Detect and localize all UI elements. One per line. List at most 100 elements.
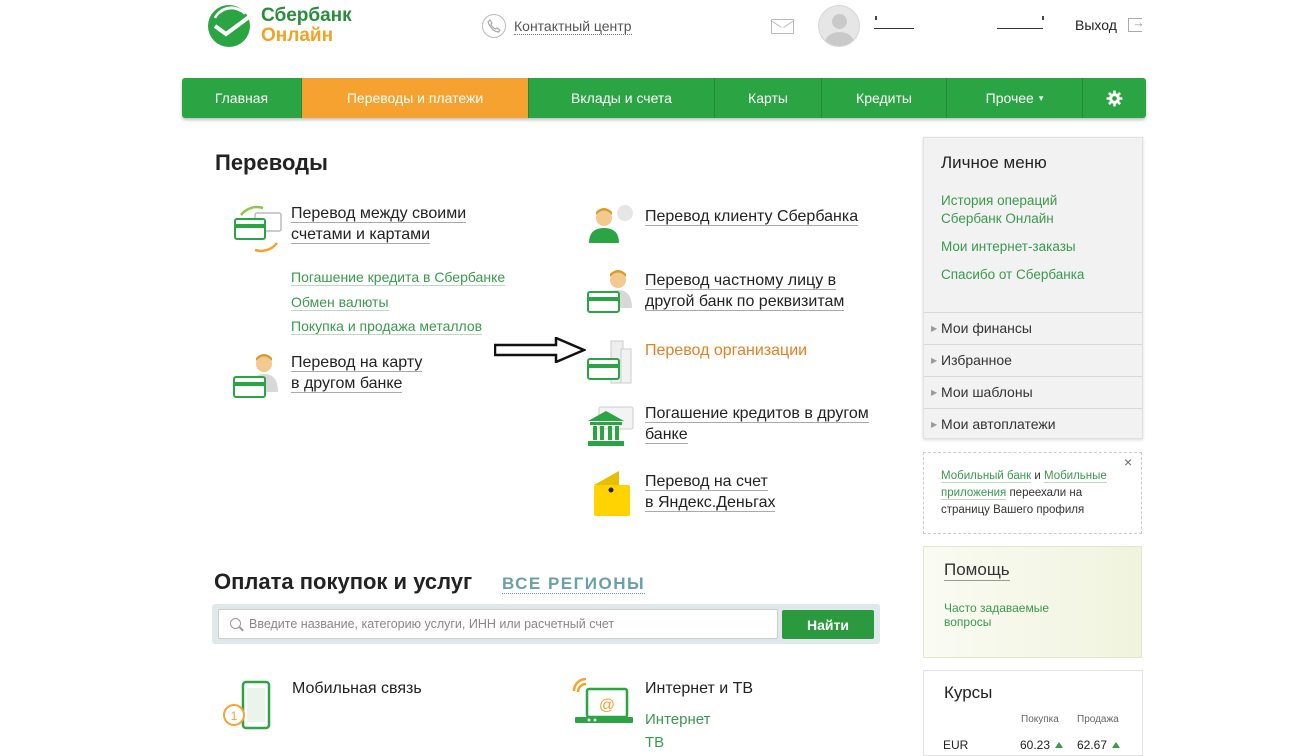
rate-currency: EUR bbox=[943, 738, 969, 752]
contact-center-label: Контактный центр bbox=[514, 17, 632, 35]
nav-item-deposits[interactable]: Вклады и счета bbox=[529, 78, 715, 118]
rates-col-sell: Продажа bbox=[1077, 714, 1119, 725]
transfer-private-person-line2: другой банк по реквизитам bbox=[645, 293, 845, 311]
nav-item-home[interactable]: Главная bbox=[182, 78, 302, 118]
transfer-yandex-line1: Перевод на счет bbox=[645, 473, 768, 491]
yandex-wallet-icon bbox=[587, 471, 639, 523]
mobile-communication-link[interactable]: Мобильная связь bbox=[292, 680, 422, 698]
mobile-phone-icon: 1 bbox=[223, 680, 271, 730]
mobile-bank-notice: Мобильный банк и Мобильные приложения пе… bbox=[923, 452, 1142, 534]
transfer-private-person-line1: Перевод частному лицу в bbox=[645, 272, 837, 290]
transfer-own-accounts[interactable]: Перевод между своими счетами и картами bbox=[233, 203, 467, 255]
operations-history-link[interactable]: История операций Сбербанк Онлайн bbox=[941, 192, 1057, 228]
chevron-right-icon: ▶ bbox=[931, 324, 938, 333]
logout-link[interactable]: Выход bbox=[1075, 17, 1117, 33]
transfer-card-other-bank-line2: в другом банке bbox=[291, 375, 403, 393]
nav-item-transfers-payments[interactable]: Переводы и платежи bbox=[302, 78, 529, 118]
faq-link[interactable]: Часто задаваемые вопросы bbox=[944, 601, 1074, 629]
transfer-yandex-line2: в Яндекс.Деньгах bbox=[645, 494, 776, 512]
transfer-card-other-bank-line1: Перевод на карту bbox=[291, 354, 423, 372]
nav-item-other[interactable]: Прочее ▾ bbox=[947, 78, 1083, 118]
menu-row-templates[interactable]: ▶ Мои шаблоны bbox=[924, 376, 1142, 408]
payment-search-input[interactable]: Введите название, категорию услуги, ИНН … bbox=[218, 609, 778, 639]
transfer-sber-client[interactable]: Перевод клиенту Сбербанка bbox=[587, 203, 859, 255]
nav-item-credits[interactable]: Кредиты bbox=[822, 78, 947, 118]
svg-text:1: 1 bbox=[231, 709, 238, 723]
organization-building-icon bbox=[587, 337, 639, 389]
arrow-up-icon bbox=[1112, 742, 1121, 748]
person-card-icon bbox=[233, 352, 285, 404]
own-accounts-transfer-icon bbox=[233, 203, 285, 255]
person-card-icon bbox=[587, 270, 639, 322]
settings-button[interactable] bbox=[1083, 78, 1146, 118]
rate-sell-value: 62.67 bbox=[1077, 738, 1121, 752]
arrow-right-icon bbox=[494, 337, 586, 363]
transfer-own-accounts-line2: счетами и картами bbox=[291, 226, 431, 244]
menu-row-favorites[interactable]: ▶ Избранное bbox=[924, 344, 1142, 376]
internet-tv-link[interactable]: Интернет и ТВ bbox=[645, 680, 753, 698]
nav-item-cards[interactable]: Карты bbox=[715, 78, 822, 118]
rates-col-buy: Покупка bbox=[1021, 714, 1059, 725]
transfer-yandex-money[interactable]: Перевод на счет в Яндекс.Деньгах bbox=[587, 471, 776, 523]
contact-center-link[interactable]: Контактный центр bbox=[482, 13, 632, 39]
transfer-organization-label: Перевод организации bbox=[645, 342, 808, 359]
bank-building-icon bbox=[587, 403, 639, 455]
internet-link[interactable]: Интернет bbox=[645, 711, 710, 728]
transfers-heading: Переводы bbox=[215, 150, 328, 175]
loan-repayment-sberbank-link[interactable]: Погашение кредита в Сбербанке bbox=[291, 269, 506, 286]
transfer-card-other-bank[interactable]: Перевод на карту в другом банке bbox=[233, 352, 423, 404]
help-title[interactable]: Помощь bbox=[944, 560, 1010, 581]
sberbank-online-logo[interactable]: Сбербанк Онлайн bbox=[207, 4, 367, 48]
transfer-organization[interactable]: Перевод организации bbox=[587, 337, 807, 389]
personal-menu-title: Личное меню bbox=[941, 153, 1047, 172]
user-name-redacted bbox=[875, 16, 877, 20]
internet-orders-link[interactable]: Мои интернет-заказы bbox=[941, 238, 1076, 256]
phone-icon bbox=[482, 14, 506, 38]
internet-tv-icon: @ bbox=[572, 677, 633, 723]
close-icon[interactable]: × bbox=[1124, 454, 1132, 470]
arrow-up-icon bbox=[1055, 742, 1064, 748]
payments-heading: Оплата покупок и услуг bbox=[214, 569, 473, 594]
loans-other-bank-line1: Погашение кредитов в другом bbox=[645, 405, 869, 423]
logout-icon[interactable] bbox=[1128, 15, 1145, 32]
exchange-rates-panel: Курсы Покупка Продажа EUR 60.23 62.67 bbox=[923, 670, 1143, 756]
loans-other-bank-line2: банке bbox=[645, 426, 688, 444]
chevron-down-icon: ▾ bbox=[1038, 92, 1044, 103]
svg-text:@: @ bbox=[599, 697, 615, 714]
transfer-private-person[interactable]: Перевод частному лицу в другой банк по р… bbox=[587, 270, 845, 322]
tv-link[interactable]: ТВ bbox=[645, 734, 664, 751]
loans-other-bank[interactable]: Погашение кредитов в другом банке bbox=[587, 403, 869, 455]
personal-menu: Личное меню История операций Сбербанк Он… bbox=[923, 137, 1143, 439]
logo-text-sberbank: Сбербанк bbox=[261, 5, 352, 26]
gear-icon bbox=[1106, 90, 1123, 106]
mail-icon[interactable] bbox=[771, 19, 794, 34]
transfer-sber-client-label: Перевод клиенту Сбербанка bbox=[645, 208, 859, 226]
avatar[interactable] bbox=[818, 5, 860, 47]
user-name-underline bbox=[874, 28, 914, 29]
menu-row-autopayments[interactable]: ▶ Мои автоплатежи bbox=[924, 408, 1142, 440]
rates-title: Курсы bbox=[944, 683, 993, 702]
search-button[interactable]: Найти bbox=[782, 610, 874, 639]
mobile-bank-link[interactable]: Мобильный банк bbox=[941, 470, 1032, 483]
payment-search-bar: Введите название, категорию услуги, ИНН … bbox=[212, 604, 880, 644]
transfer-own-accounts-line1: Перевод между своими bbox=[291, 205, 467, 223]
search-icon bbox=[230, 618, 241, 629]
menu-row-my-finances[interactable]: ▶ Мои финансы bbox=[924, 312, 1142, 344]
currency-exchange-link[interactable]: Обмен валюты bbox=[291, 294, 389, 311]
chevron-right-icon: ▶ bbox=[931, 356, 938, 365]
rate-buy-value: 60.23 bbox=[1020, 738, 1064, 752]
main-nav: Главная Переводы и платежи Вклады и счет… bbox=[182, 78, 1146, 118]
chevron-right-icon: ▶ bbox=[931, 420, 938, 429]
mobile-apps-link-cont[interactable]: приложения bbox=[941, 487, 1007, 500]
metals-trade-link[interactable]: Покупка и продажа металлов bbox=[291, 318, 483, 335]
help-panel: Помощь Часто задаваемые вопросы bbox=[923, 546, 1142, 658]
sberbank-logo-icon bbox=[208, 5, 251, 47]
mobile-apps-link[interactable]: Мобильные bbox=[1043, 470, 1107, 483]
sber-client-icon bbox=[587, 203, 639, 255]
spasibo-link[interactable]: Спасибо от Сбербанка bbox=[941, 266, 1084, 284]
chevron-right-icon: ▶ bbox=[931, 388, 938, 397]
all-regions-link[interactable]: ВСЕ РЕГИОНЫ bbox=[502, 574, 646, 594]
user-name-underline bbox=[997, 28, 1043, 29]
logo-text-online: Онлайн bbox=[261, 25, 334, 46]
user-name-redacted bbox=[1042, 16, 1044, 20]
